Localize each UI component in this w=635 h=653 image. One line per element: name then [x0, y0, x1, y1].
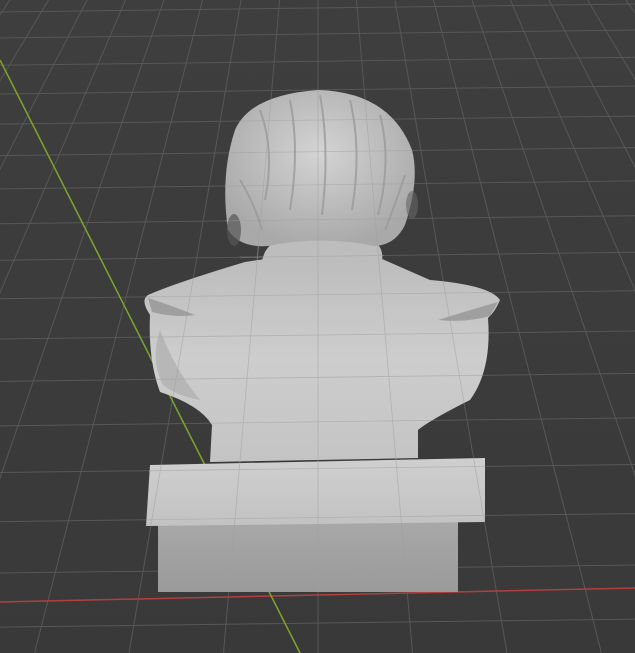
bust-hair: [225, 90, 415, 247]
pedestal-front-face: [158, 522, 458, 592]
viewport-canvas[interactable]: [0, 0, 635, 653]
right-ear: [406, 191, 418, 219]
3d-viewport[interactable]: [0, 0, 635, 653]
left-ear: [227, 214, 241, 246]
